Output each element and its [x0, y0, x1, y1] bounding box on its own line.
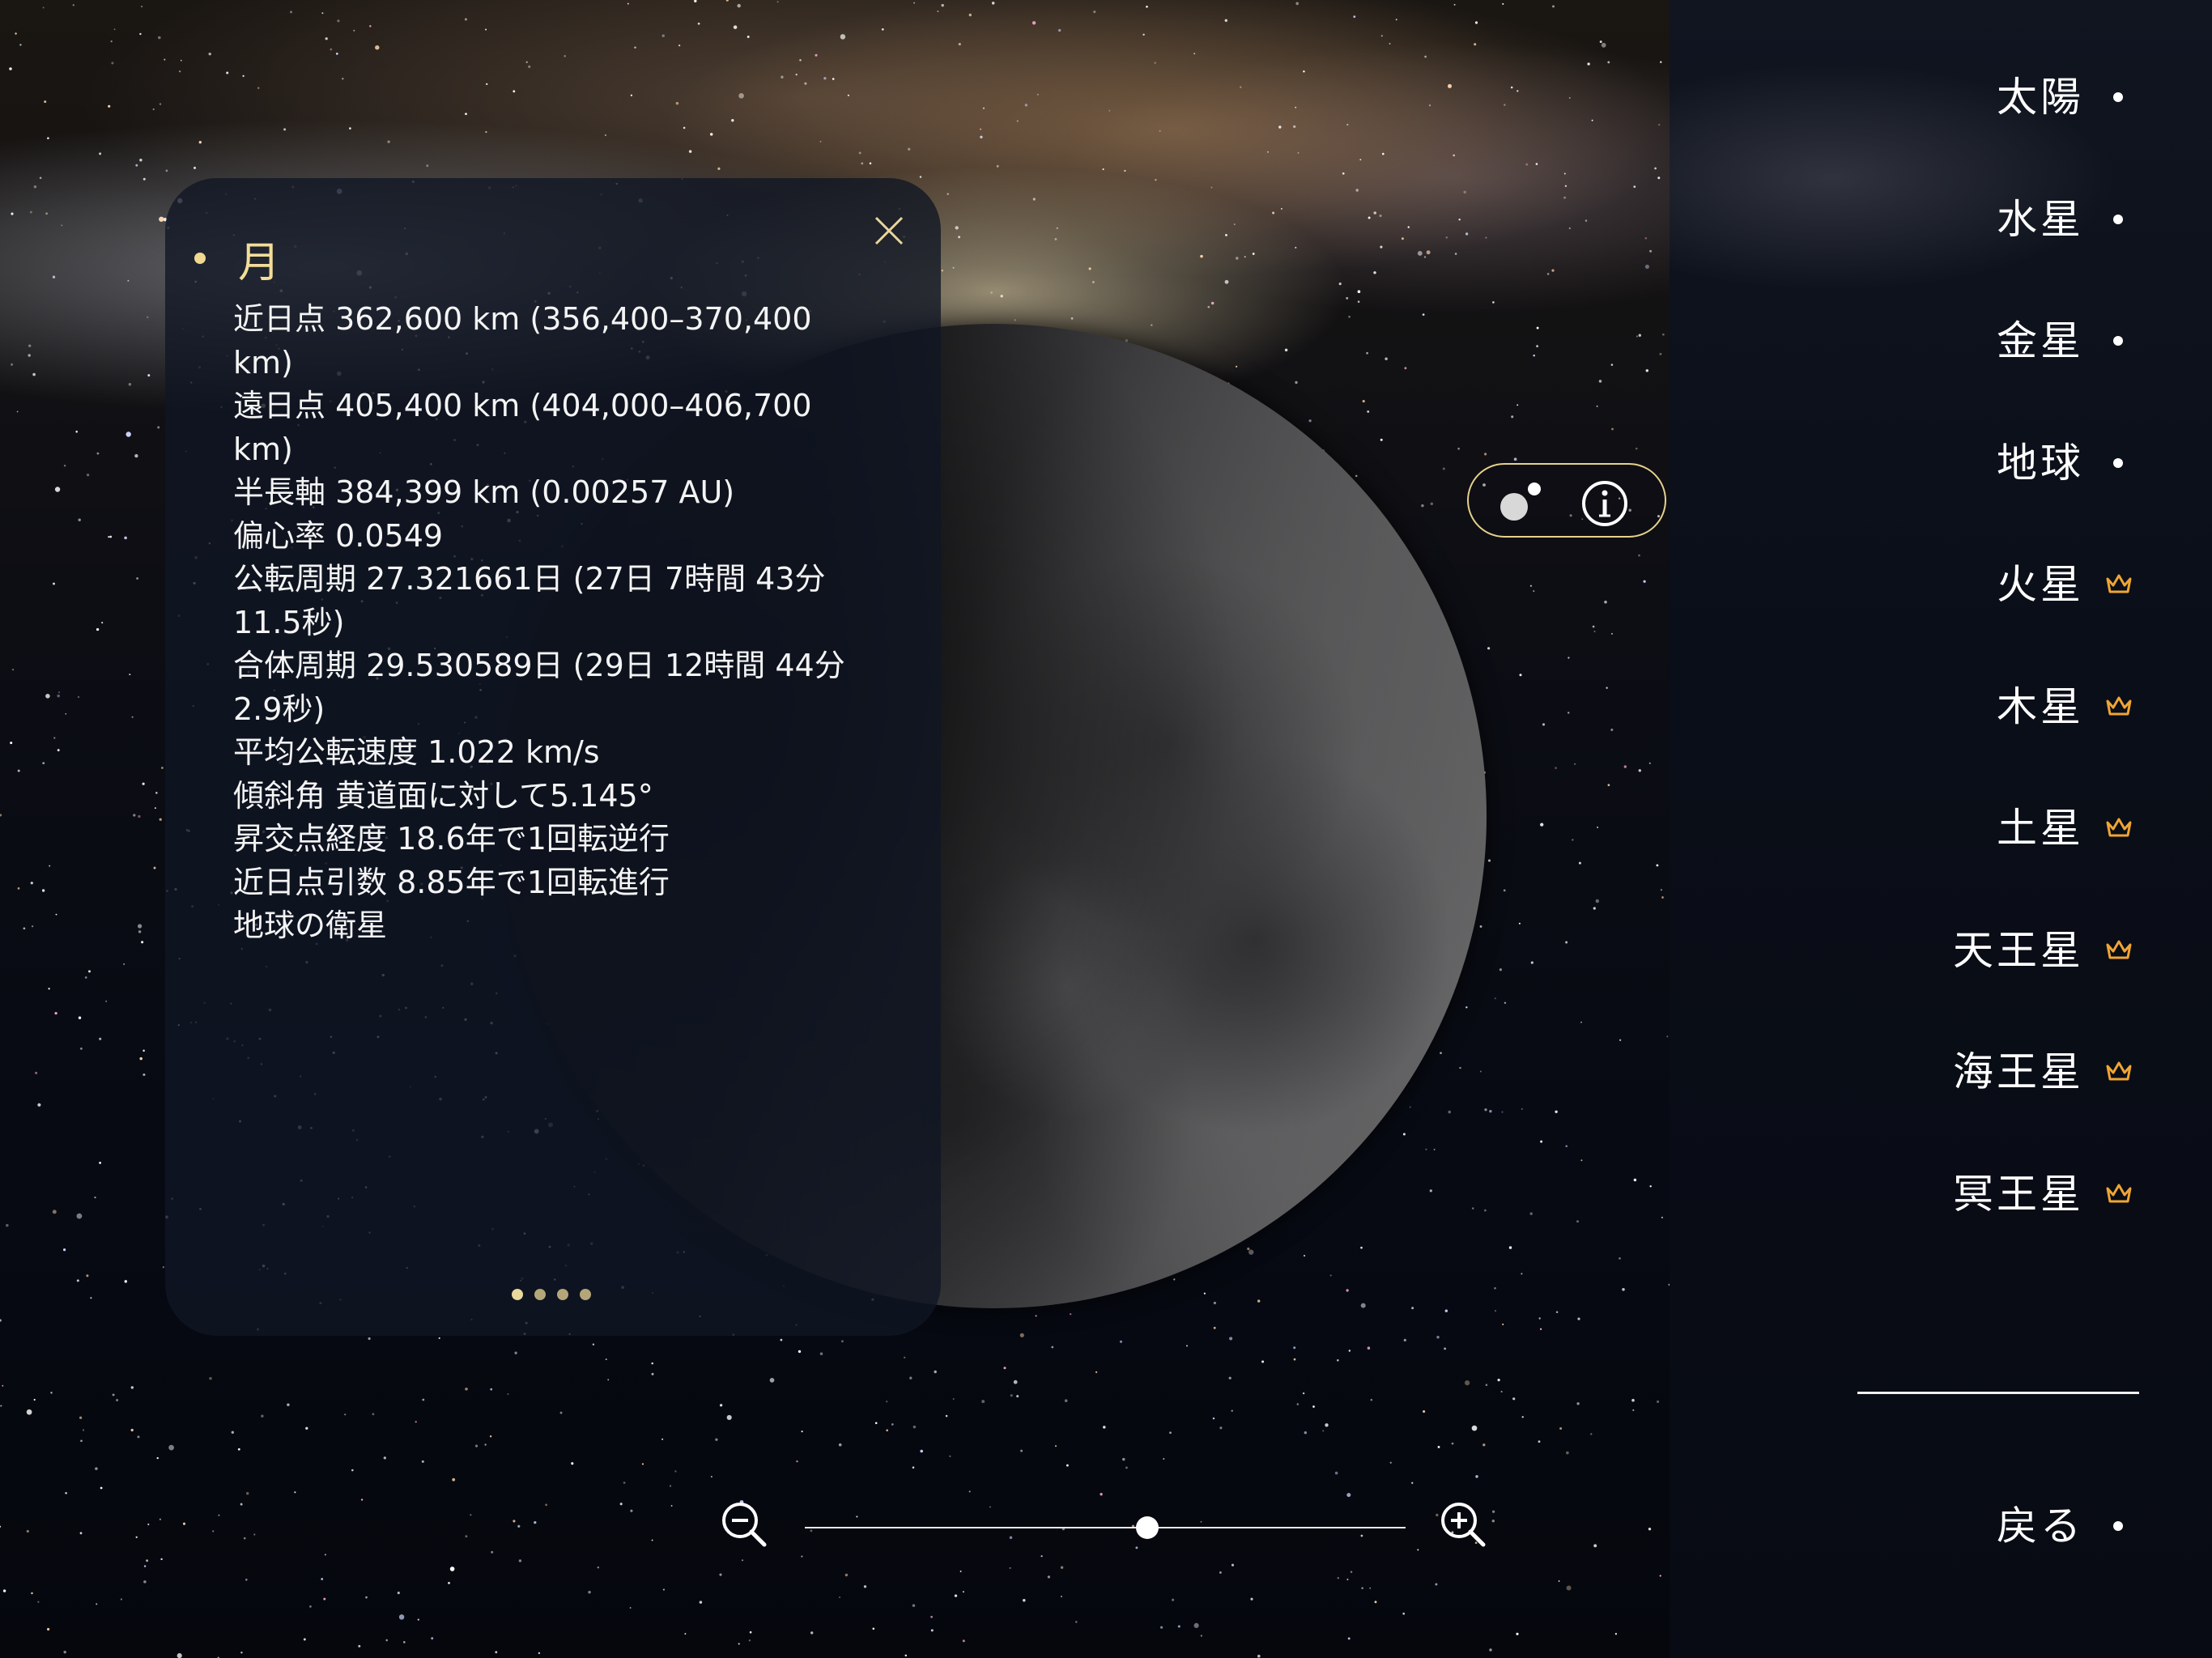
sidebar-item-1[interactable]: 太陽 — [1670, 61, 2212, 134]
sidebar-item-label: 水星 — [1997, 195, 2084, 243]
zoom-slider-thumb[interactable] — [1135, 1516, 1159, 1539]
sidebar-item-label: 金星 — [1997, 317, 2084, 364]
dot-icon — [2113, 1521, 2123, 1531]
view-controls — [1467, 463, 1666, 538]
panel-title: 月 — [238, 239, 281, 287]
crown-icon — [2105, 572, 2133, 597]
sidebar-item-label: 冥王星 — [1953, 1170, 2084, 1218]
info-line: 平均公転速度 1.022 km/s — [233, 734, 600, 770]
dot-icon — [2113, 336, 2123, 346]
sidebar-item-label: 火星 — [1997, 561, 2084, 608]
info-line: 地球の衛星 — [233, 908, 388, 943]
sidebar-divider — [1857, 1392, 2139, 1394]
info-line: 半長軸 384,399 km (0.00257 AU) — [233, 474, 735, 510]
crown-icon — [2105, 938, 2133, 963]
zoom-in-icon[interactable] — [1438, 1499, 1490, 1551]
back-button-label: 戻る — [1997, 1503, 2084, 1550]
zoom-out-icon[interactable] — [719, 1499, 771, 1551]
crown-icon — [2105, 816, 2133, 840]
info-line: 昇交点経度 18.6年で1回転逆行 — [233, 821, 670, 857]
dot-icon — [2113, 92, 2123, 102]
sidebar-item-8[interactable]: 天王星 — [1670, 914, 2212, 987]
back-button[interactable]: 戻る — [1670, 1490, 2212, 1562]
dot-icon — [2113, 214, 2123, 224]
info-line: 近日点 362,600 km (356,400–370,400 km) — [233, 301, 812, 380]
info-line: 傾斜角 黄道面に対して5.145° — [233, 777, 653, 814]
sidebar-item-6[interactable]: 木星 — [1670, 670, 2212, 743]
page-indicator[interactable] — [512, 1289, 591, 1300]
sidebar-item-2[interactable]: 水星 — [1670, 183, 2212, 256]
crown-icon — [2105, 695, 2133, 719]
sidebar-item-label: 天王星 — [1953, 926, 2084, 974]
page-dot[interactable] — [580, 1289, 591, 1300]
sidebar-item-9[interactable]: 海王星 — [1670, 1035, 2212, 1108]
info-lines: 近日点 362,600 km (356,400–370,400 km) 遠日点 4… — [233, 298, 881, 948]
sidebar-item-label: 土星 — [1997, 805, 2084, 852]
dot-icon — [2113, 457, 2123, 468]
page-dot[interactable] — [557, 1289, 568, 1300]
sidebar-item-3[interactable]: 金星 — [1670, 304, 2212, 377]
page-dot[interactable] — [512, 1289, 523, 1300]
sidebar-item-label: 海王星 — [1953, 1048, 2084, 1095]
zoom-slider-track[interactable] — [805, 1527, 1406, 1528]
sidebar-item-10[interactable]: 冥王星 — [1670, 1158, 2212, 1231]
page-dot[interactable] — [534, 1289, 546, 1300]
crown-icon — [2105, 1182, 2133, 1206]
info-line: 合体周期 29.530589日 (29日 12時間 44分 2.9秒) — [233, 648, 845, 727]
info-line: 偏心率 0.0549 — [233, 517, 444, 554]
sidebar-item-7[interactable]: 土星 — [1670, 792, 2212, 865]
title-dot-icon — [194, 253, 206, 264]
orbit-icon[interactable] — [1496, 481, 1542, 525]
crown-icon — [2105, 1060, 2133, 1084]
sidebar-item-label: 地球 — [1997, 439, 2084, 487]
info-line: 遠日点 405,400 km (404,000–406,700 km) — [233, 388, 812, 467]
sidebar-item-4[interactable]: 地球 — [1670, 427, 2212, 500]
sidebar-item-5[interactable]: 火星 — [1670, 548, 2212, 621]
info-icon[interactable] — [1580, 479, 1629, 528]
info-line: 公転周期 27.321661日 (27日 7時間 43分 11.5秒) — [233, 561, 826, 640]
close-icon[interactable] — [871, 213, 907, 249]
sidebar-item-label: 太陽 — [1997, 74, 2084, 121]
sidebar-item-label: 木星 — [1997, 682, 2084, 730]
info-line: 近日点引数 8.85年で1回転進行 — [233, 864, 670, 900]
